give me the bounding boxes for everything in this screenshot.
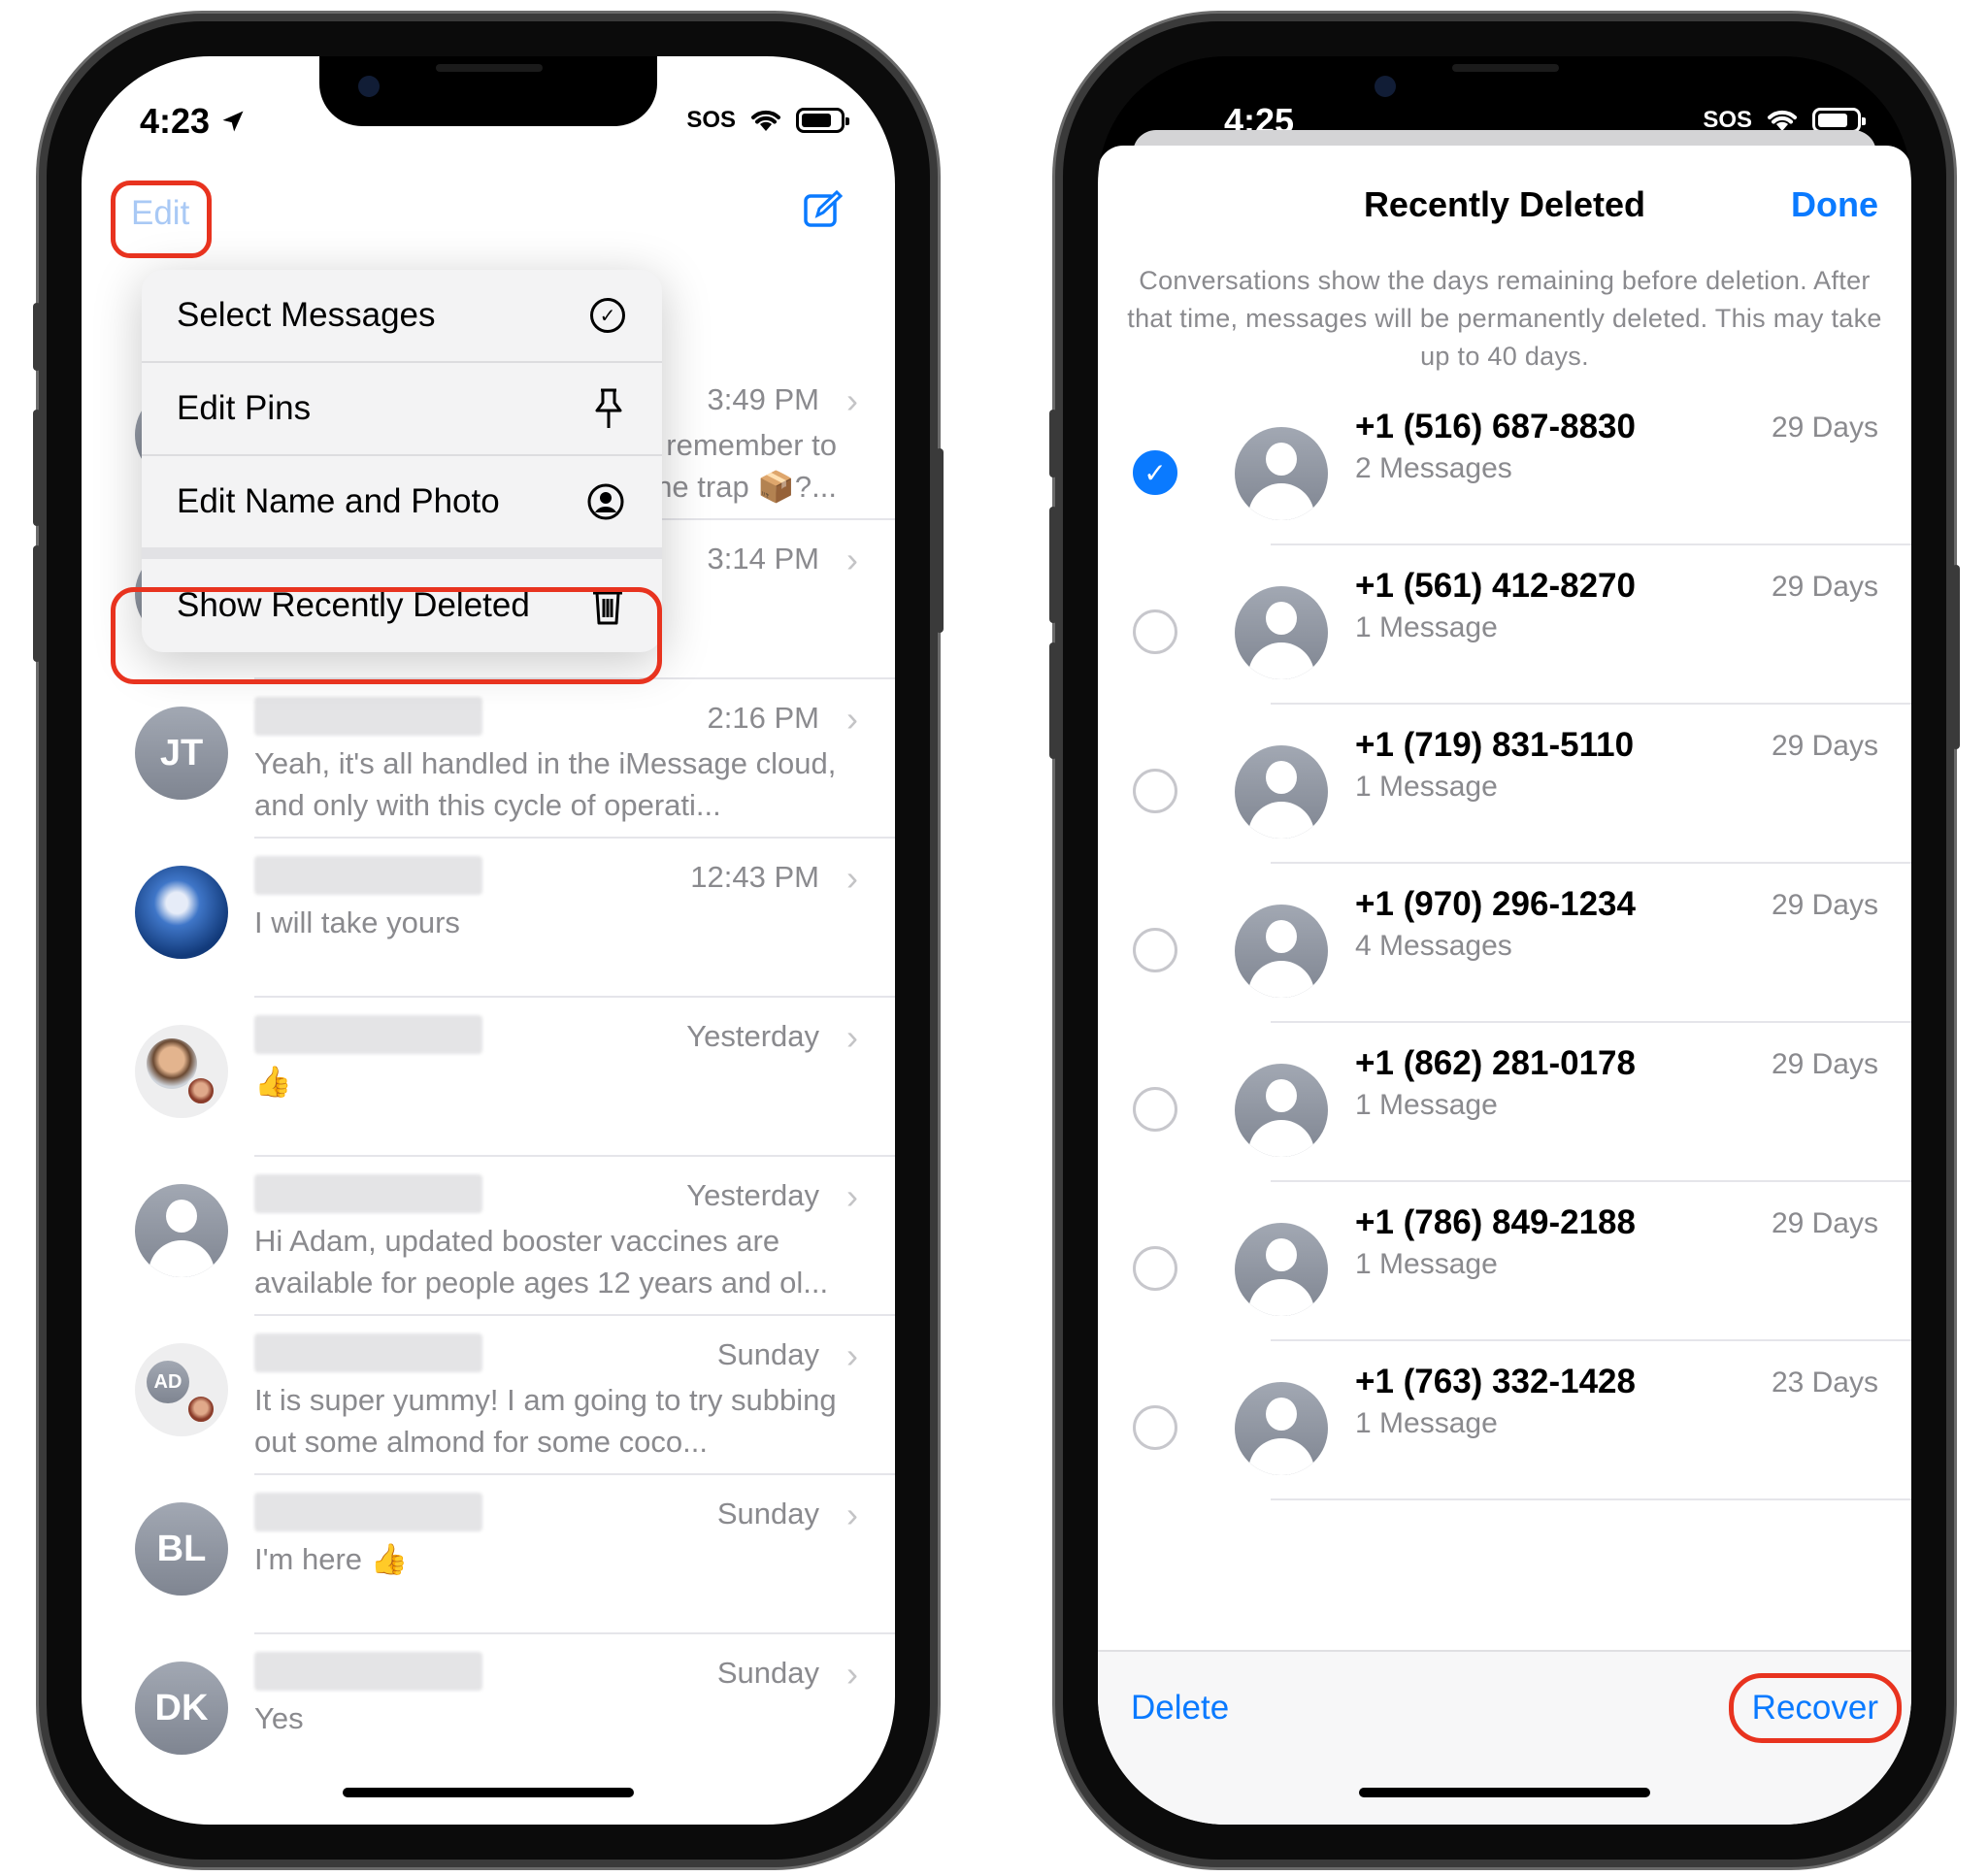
deleted-conversation-row[interactable]: +1 (763) 332-1428 1 Message 23 Days <box>1098 1341 1911 1500</box>
avatar: BL <box>135 1502 228 1596</box>
home-indicator <box>1359 1788 1650 1797</box>
blurred-contact-name <box>254 697 482 736</box>
menu-item-edit-name-and-photo[interactable]: Edit Name and Photo <box>142 456 662 547</box>
chevron-right-icon: › <box>846 1335 858 1375</box>
chevron-right-icon: › <box>846 1654 858 1694</box>
notch <box>1336 56 1673 126</box>
menu-item-show-recently-deleted[interactable]: Show Recently Deleted <box>142 559 662 652</box>
checkmark-circle-icon: ✓ <box>590 298 625 333</box>
selection-checkbox[interactable] <box>1133 1087 1177 1132</box>
bottom-toolbar: Delete Recover <box>1098 1650 1911 1825</box>
conversation-row[interactable]: JT 2:16 PM › Yeah, it's all handled in t… <box>82 679 895 839</box>
avatar: DK <box>135 1662 228 1755</box>
conversation-row[interactable]: Yesterday › 👍 <box>82 998 895 1157</box>
person-avatar <box>1235 586 1328 679</box>
wifi-icon <box>751 110 780 131</box>
conversation-row[interactable]: Yesterday › Hi Adam, updated booster vac… <box>82 1157 895 1316</box>
recently-deleted-screen: 4:25 SOS Recently Deleted Done Conversat… <box>1098 56 1911 1825</box>
deleted-conversation-row[interactable]: +1 (561) 412-8270 1 Message 29 Days <box>1098 545 1911 705</box>
volume-up-button <box>33 410 41 526</box>
notch <box>319 56 657 126</box>
person-circle-icon <box>587 483 624 520</box>
pin-icon <box>595 388 622 428</box>
delete-button[interactable]: Delete <box>1131 1689 1229 1728</box>
person-avatar <box>1235 427 1328 520</box>
group-avatar <box>135 1025 228 1118</box>
power-button <box>1952 565 1960 749</box>
selection-checkbox[interactable] <box>1133 1405 1177 1450</box>
messages-screen: 4:23 SOS Edit 3:49 PM › you remember to … <box>82 56 895 1825</box>
selection-checkbox[interactable] <box>1133 1246 1177 1291</box>
photo-avatar <box>135 866 228 959</box>
sheet-title: Recently Deleted <box>1363 184 1646 224</box>
deleted-conversation-row[interactable]: +1 (719) 831-5110 1 Message 29 Days <box>1098 705 1911 864</box>
power-button <box>936 448 944 633</box>
recently-deleted-sheet: Recently Deleted Done Conversations show… <box>1098 146 1911 1825</box>
trash-icon <box>593 587 622 625</box>
volume-down-button <box>33 545 41 662</box>
chevron-right-icon: › <box>846 380 858 420</box>
menu-item-select-messages[interactable]: Select Messages ✓ <box>142 270 662 361</box>
deletion-note: Conversations show the days remaining be… <box>1127 266 1882 371</box>
menu-item-edit-pins[interactable]: Edit Pins <box>142 363 662 454</box>
conversation-row[interactable]: DK Sunday › Yes <box>82 1634 895 1794</box>
selection-checkbox[interactable] <box>1133 609 1177 654</box>
edit-menu: Select Messages ✓ Edit Pins Edit Name an… <box>142 270 662 652</box>
home-indicator <box>343 1788 634 1797</box>
blurred-contact-name <box>254 1174 482 1213</box>
done-button[interactable]: Done <box>1791 184 1878 225</box>
location-arrow-icon <box>222 111 244 132</box>
person-avatar <box>1235 1223 1328 1316</box>
conversation-row[interactable]: 12:43 PM › I will take yours <box>82 839 895 998</box>
chevron-right-icon: › <box>846 699 858 739</box>
selection-checkbox[interactable] <box>1133 928 1177 972</box>
status-indicators: SOS <box>686 107 849 134</box>
right-phone: 4:25 SOS Recently Deleted Done Conversat… <box>1049 14 1960 1867</box>
compose-icon[interactable] <box>802 188 845 231</box>
volume-down-button <box>1049 642 1057 759</box>
conversation-row[interactable]: AD Sunday › It is super yummy! I am goin… <box>82 1316 895 1475</box>
deleted-conversation-row[interactable]: +1 (862) 281-0178 1 Message 29 Days <box>1098 1023 1911 1182</box>
deleted-conversation-row[interactable]: +1 (786) 849-2188 1 Message 29 Days <box>1098 1182 1911 1341</box>
person-avatar <box>1235 905 1328 998</box>
person-avatar <box>1235 1064 1328 1157</box>
chevron-right-icon: › <box>846 1495 858 1534</box>
chevron-right-icon: › <box>846 1176 858 1216</box>
blurred-contact-name <box>254 1015 482 1054</box>
chevron-right-icon: › <box>846 540 858 579</box>
left-phone: 4:23 SOS Edit 3:49 PM › you remember to … <box>33 14 944 1867</box>
selection-checkbox[interactable] <box>1133 769 1177 813</box>
chevron-right-icon: › <box>846 858 858 898</box>
person-avatar <box>135 1184 228 1277</box>
blurred-contact-name <box>254 1652 482 1691</box>
edit-button[interactable]: Edit <box>131 194 189 233</box>
silent-switch <box>1049 410 1057 477</box>
chevron-right-icon: › <box>846 1017 858 1057</box>
deleted-conversation-row[interactable]: ✓ +1 (516) 687-8830 2 Messages 29 Days <box>1098 386 1911 545</box>
recover-button[interactable]: Recover <box>1752 1689 1878 1728</box>
battery-icon <box>796 108 849 133</box>
person-avatar <box>1235 745 1328 839</box>
sos-label: SOS <box>686 107 736 133</box>
blurred-contact-name <box>254 1493 482 1531</box>
person-avatar <box>1235 1382 1328 1475</box>
blurred-contact-name <box>254 1333 482 1372</box>
selection-checkbox[interactable]: ✓ <box>1133 450 1177 495</box>
avatar: JT <box>135 707 228 800</box>
conversation-row[interactable]: BL Sunday › I'm here 👍 <box>82 1475 895 1634</box>
silent-switch <box>33 303 41 371</box>
status-time: 4:23 <box>140 101 247 142</box>
deleted-conversation-row[interactable]: +1 (970) 296-1234 4 Messages 29 Days <box>1098 864 1911 1023</box>
volume-up-button <box>1049 507 1057 623</box>
group-avatar: AD <box>135 1343 228 1436</box>
blurred-contact-name <box>254 856 482 895</box>
